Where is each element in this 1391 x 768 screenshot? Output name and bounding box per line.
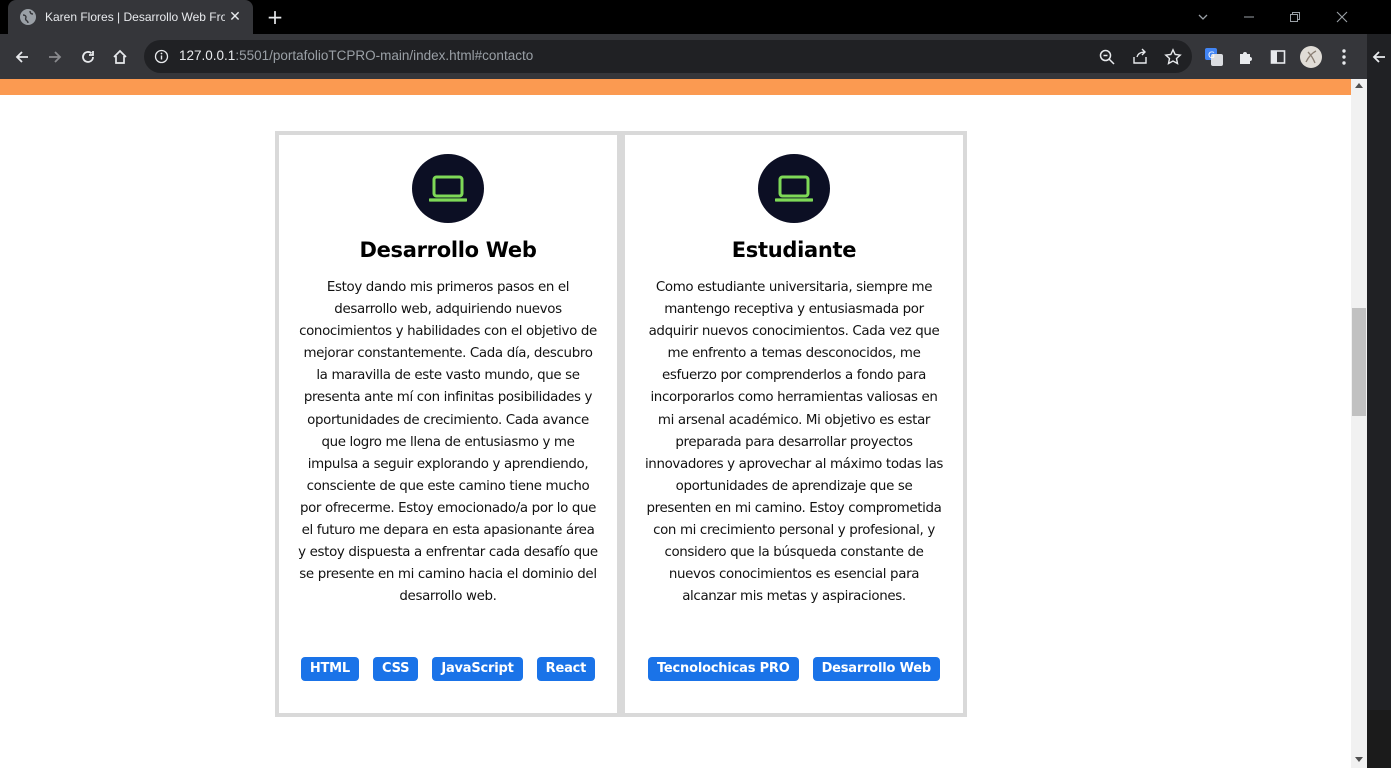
tag-css[interactable]: CSS bbox=[373, 657, 419, 681]
card-description: Como estudiante universitaria, siempre m… bbox=[644, 280, 944, 605]
svg-text:G: G bbox=[1208, 51, 1215, 61]
scroll-up-arrow-icon[interactable] bbox=[1355, 83, 1363, 88]
tab-search-icon[interactable] bbox=[1180, 0, 1226, 34]
tag-list: HTML CSS JavaScript React bbox=[279, 657, 617, 681]
new-tab-icon[interactable]: + bbox=[264, 6, 286, 28]
share-icon[interactable] bbox=[1131, 48, 1149, 66]
tag-react[interactable]: React bbox=[536, 657, 596, 681]
scrollbar-thumb[interactable] bbox=[1352, 308, 1366, 416]
globe-icon bbox=[20, 9, 36, 25]
restore-icon[interactable] bbox=[1272, 0, 1318, 34]
close-tab-icon[interactable]: ✕ bbox=[227, 9, 243, 25]
page-scrollbar[interactable] bbox=[1351, 79, 1367, 768]
browser-toolbar: 127.0.0.1:5501/portafolioTCPRO-main/inde… bbox=[0, 34, 1391, 79]
side-panel-icon[interactable] bbox=[1267, 46, 1289, 68]
card-desarrollo-web: Desarrollo Web Estoy dando mis primeros … bbox=[275, 131, 621, 717]
laptop-icon bbox=[412, 154, 484, 223]
header-accent-bar bbox=[0, 79, 1351, 95]
back-arrow-icon[interactable] bbox=[8, 43, 36, 71]
forward-arrow-icon[interactable] bbox=[41, 43, 69, 71]
card-title: Desarrollo Web bbox=[359, 238, 537, 262]
tag-desarrollo-web[interactable]: Desarrollo Web bbox=[812, 657, 941, 681]
reload-icon[interactable] bbox=[74, 43, 102, 71]
menu-kebab-icon[interactable] bbox=[1333, 46, 1355, 68]
profile-avatar[interactable] bbox=[1300, 46, 1322, 68]
tag-list: Tecnolochicas PRO Desarrollo Web bbox=[625, 657, 963, 681]
tag-html[interactable]: HTML bbox=[300, 657, 359, 681]
zoom-icon[interactable] bbox=[1098, 48, 1116, 66]
bookmark-star-icon[interactable] bbox=[1164, 48, 1182, 66]
tab-title: Karen Flores | Desarrollo Web Fro bbox=[45, 10, 225, 24]
side-panel-footer bbox=[1367, 710, 1391, 768]
side-panel-strip bbox=[1367, 34, 1391, 768]
close-window-icon[interactable] bbox=[1319, 0, 1365, 34]
browser-titlebar: Karen Flores | Desarrollo Web Fro ✕ + bbox=[0, 0, 1391, 34]
card-title: Estudiante bbox=[731, 238, 857, 262]
extensions-icon[interactable] bbox=[1235, 46, 1257, 68]
tag-tecnolochicas-pro[interactable]: Tecnolochicas PRO bbox=[647, 657, 799, 681]
info-icon[interactable] bbox=[154, 49, 169, 64]
home-icon[interactable] bbox=[106, 43, 134, 71]
tag-javascript[interactable]: JavaScript bbox=[432, 657, 523, 681]
scroll-down-arrow-icon[interactable] bbox=[1355, 757, 1363, 762]
minimize-icon[interactable] bbox=[1226, 0, 1272, 34]
laptop-icon bbox=[758, 154, 830, 223]
address-bar[interactable]: 127.0.0.1:5501/portafolioTCPRO-main/inde… bbox=[144, 40, 1192, 73]
url-text: 127.0.0.1:5501/portafolioTCPRO-main/inde… bbox=[179, 48, 534, 63]
card-description: Estoy dando mis primeros pasos en el des… bbox=[298, 280, 598, 605]
browser-tab[interactable]: Karen Flores | Desarrollo Web Fro ✕ bbox=[8, 0, 253, 34]
page-viewport: Desarrollo Web Estoy dando mis primeros … bbox=[0, 79, 1351, 768]
translate-icon[interactable]: G bbox=[1203, 46, 1225, 68]
card-estudiante: Estudiante Como estudiante universitaria… bbox=[621, 131, 967, 717]
side-arrow-icon[interactable] bbox=[1372, 50, 1386, 64]
